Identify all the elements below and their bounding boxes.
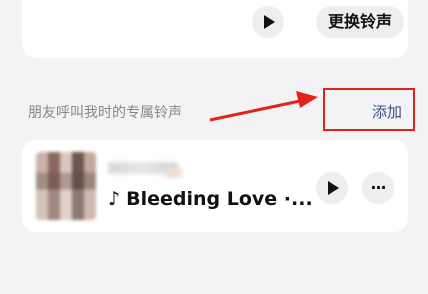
song-play-button[interactable] — [316, 172, 348, 204]
section-title: 朋友呼叫我时的专属铃声 — [28, 105, 182, 121]
change-ringtone-button[interactable]: 更换铃声 — [316, 6, 405, 38]
blurred-contact-name-tail — [166, 168, 182, 178]
current-ringtone-card: 更换铃声 — [22, 0, 408, 58]
play-icon — [264, 15, 275, 29]
music-note-icon: ♪ — [108, 188, 121, 210]
ringtone-item-card[interactable]: ♪ Bleeding Love ·... ··· — [22, 140, 408, 232]
more-options-button[interactable]: ··· — [362, 172, 394, 204]
song-title: Bleeding Love ·... — [126, 188, 313, 210]
album-cover — [36, 152, 96, 220]
add-button[interactable]: 添加 — [372, 101, 402, 122]
play-icon — [328, 181, 339, 195]
song-title-line: ♪ Bleeding Love ·... — [108, 188, 313, 210]
play-button[interactable] — [252, 6, 284, 38]
more-icon: ··· — [370, 178, 386, 197]
